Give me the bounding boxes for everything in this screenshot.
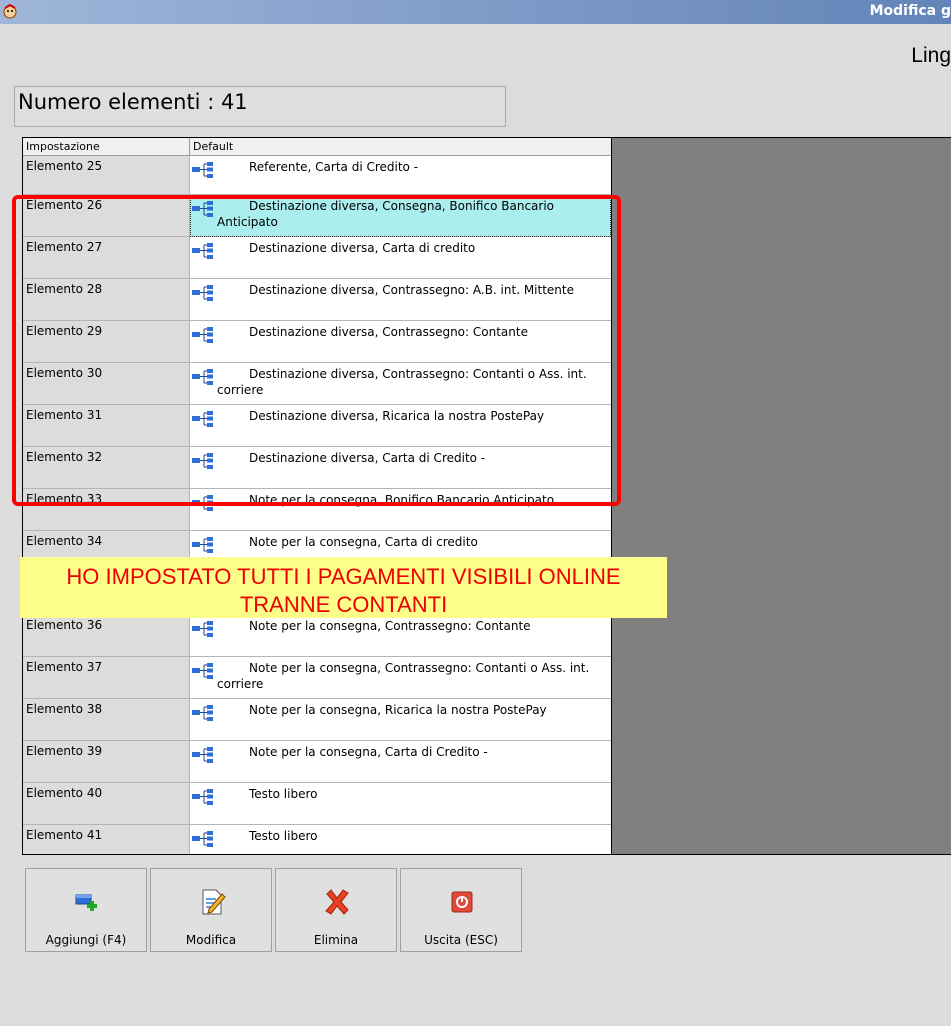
row-value-cell[interactable]: Note per la consegna, Ricarica la nostra… (190, 699, 611, 741)
row-label-cell[interactable]: Elemento 37 (23, 657, 190, 699)
row-value-cell[interactable]: Note per la consegna, Carta di Credito - (190, 741, 611, 783)
element-count-label: Numero elementi : 41 (18, 90, 248, 114)
tree-structure-icon (191, 704, 215, 722)
window-title: Modifica g (869, 3, 951, 19)
app-icon[interactable] (1, 2, 21, 22)
row-value-text: Note per la consegna, Ricarica la nostra… (249, 703, 547, 717)
table-row[interactable]: Elemento 25 Referente, Carta di Credito - (23, 156, 611, 195)
power-off-icon (451, 891, 473, 913)
exit-button[interactable]: Uscita (ESC) (400, 868, 522, 952)
tree-structure-icon (191, 536, 215, 554)
highlight-box (12, 195, 621, 506)
row-value-cell[interactable]: Testo libero (190, 783, 611, 825)
tree-structure-icon (191, 161, 215, 179)
element-count-box: Numero elementi : 41 (14, 86, 506, 127)
row-label-cell[interactable]: Elemento 41 (23, 825, 190, 854)
table-row[interactable]: Elemento 41 Testo libero (23, 825, 611, 854)
row-value-text: Note per la consegna, Contrassegno: Cont… (249, 619, 531, 633)
edit-button[interactable]: Modifica (150, 868, 272, 952)
table-row[interactable]: Elemento 40 Testo libero (23, 783, 611, 825)
row-value-text: Note per la consegna, Carta di credito (249, 535, 478, 549)
row-label-cell[interactable]: Elemento 40 (23, 783, 190, 825)
language-label: Ling (911, 44, 951, 67)
tree-structure-icon (191, 746, 215, 764)
row-label-cell[interactable]: Elemento 25 (23, 156, 190, 195)
title-bar: Modifica g (0, 0, 951, 24)
edit-button-label: Modifica (185, 933, 237, 947)
delete-button-label: Elimina (313, 933, 359, 947)
row-value-cell[interactable]: Note per la consegna, Contrassegno: Cont… (190, 657, 611, 699)
row-value-text: Referente, Carta di Credito - (249, 160, 419, 174)
table-row[interactable]: Elemento 38 Note per la consegna, Ricaric… (23, 699, 611, 741)
add-button-label: Aggiungi (F4) (45, 933, 127, 947)
tree-structure-icon (191, 830, 215, 848)
row-label-cell[interactable]: Elemento 39 (23, 741, 190, 783)
add-item-icon (75, 894, 97, 911)
table-row[interactable]: Elemento 39 Note per la consegna, Carta d… (23, 741, 611, 783)
row-value-text: Testo libero (249, 829, 318, 843)
row-value-text: Testo libero (249, 787, 318, 801)
column-header-default[interactable]: Default (190, 138, 611, 155)
tree-structure-icon (191, 662, 215, 680)
tree-structure-icon (191, 788, 215, 806)
delete-button[interactable]: Elimina (275, 868, 397, 952)
column-header-impostazione[interactable]: Impostazione (23, 138, 190, 155)
edit-document-icon (202, 889, 226, 915)
row-label-cell[interactable]: Elemento 38 (23, 699, 190, 741)
row-value-text: Note per la consegna, Carta di Credito - (249, 745, 488, 759)
row-value-cell[interactable]: Testo libero (190, 825, 611, 854)
table-row[interactable]: Elemento 36 Note per la consegna, Contras… (23, 615, 611, 657)
row-label-cell[interactable]: Elemento 36 (23, 615, 190, 657)
row-value-text: Note per la consegna, Contrassegno: Cont… (217, 661, 590, 691)
grid-header: Impostazione Default (23, 138, 611, 156)
row-value-cell[interactable]: Note per la consegna, Contrassegno: Cont… (190, 615, 611, 657)
table-row[interactable]: Elemento 37 Note per la consegna, Contras… (23, 657, 611, 699)
empty-panel (612, 137, 951, 855)
tree-structure-icon (191, 620, 215, 638)
annotation-note: HO IMPOSTATO TUTTI I PAGAMENTI VISIBILI … (20, 557, 667, 618)
red-x-icon (325, 889, 349, 915)
exit-button-label: Uscita (ESC) (424, 933, 498, 947)
row-value-cell[interactable]: Referente, Carta di Credito - (190, 156, 611, 195)
add-button[interactable]: Aggiungi (F4) (25, 868, 147, 952)
